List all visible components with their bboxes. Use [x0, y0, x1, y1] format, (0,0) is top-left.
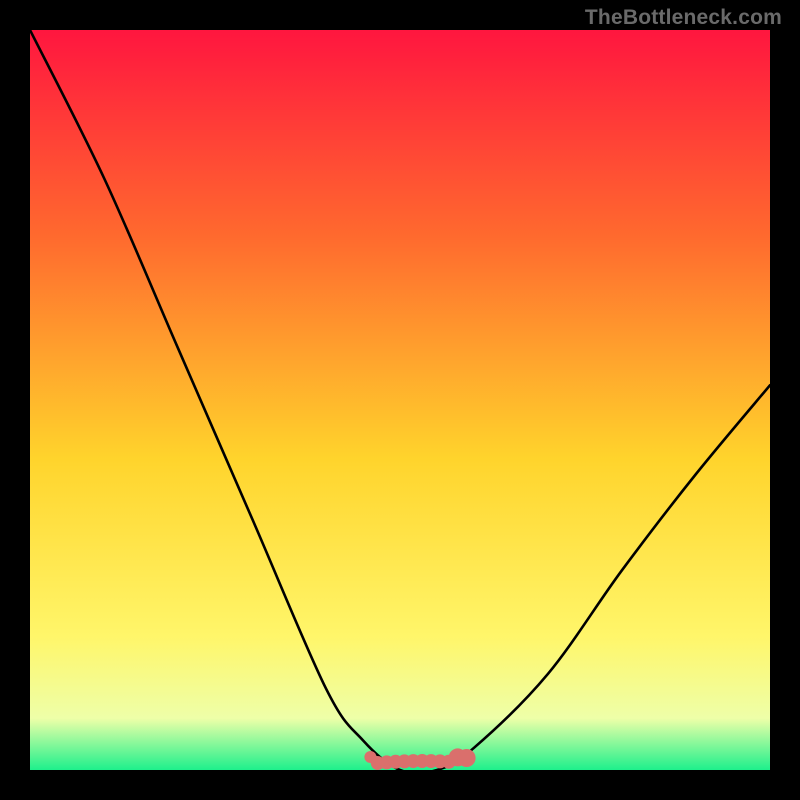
watermark-text: TheBottleneck.com	[585, 6, 782, 30]
valley-marker-group	[364, 748, 475, 770]
plot-area	[30, 30, 770, 770]
valley-blob	[458, 749, 476, 767]
chart-frame: TheBottleneck.com	[0, 0, 800, 800]
valley-markers	[30, 30, 770, 770]
